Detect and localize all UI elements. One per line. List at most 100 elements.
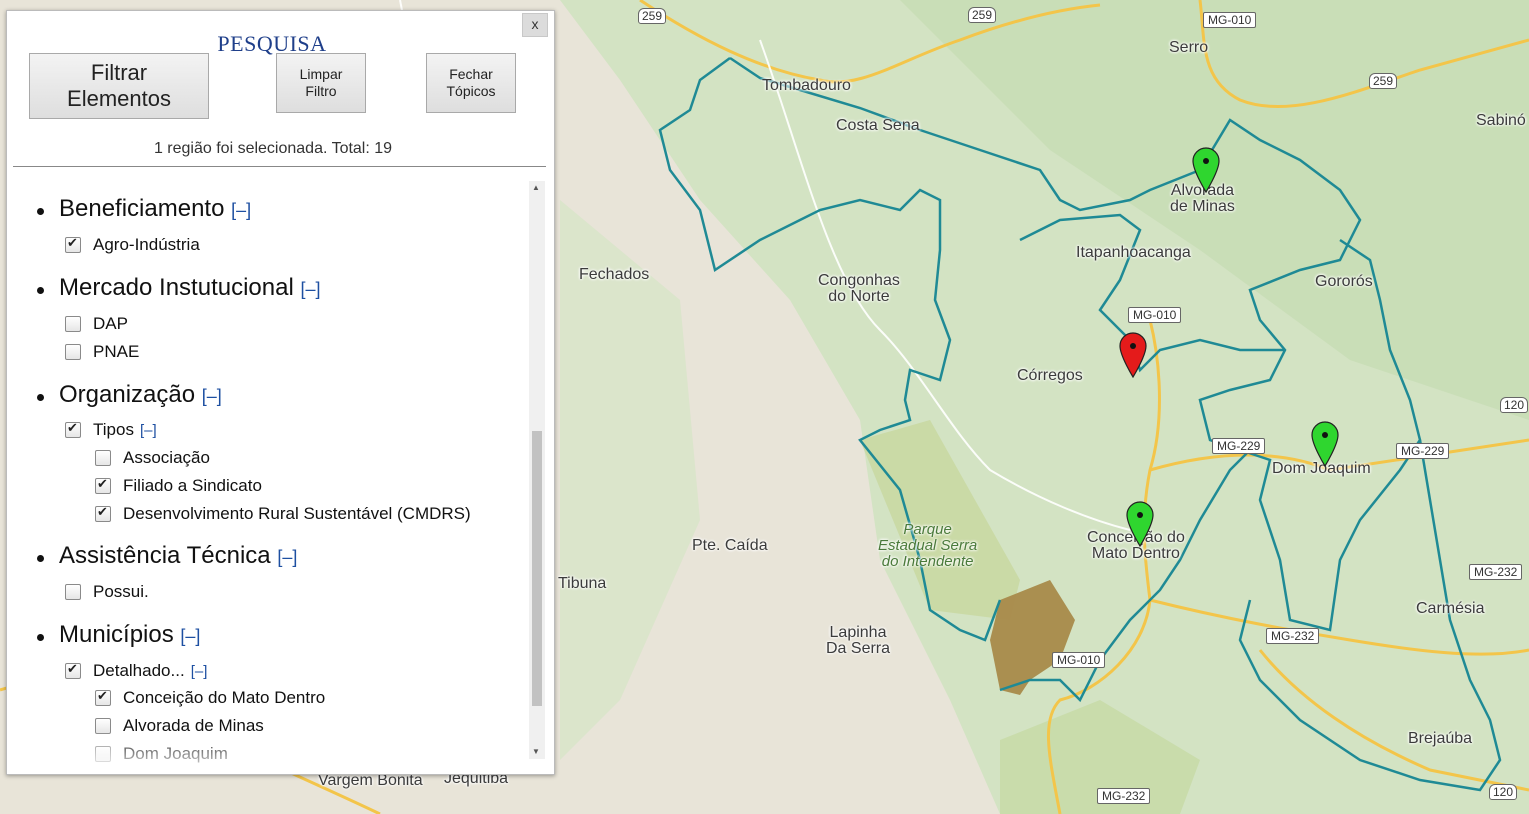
checkbox-item-dom-joaquim[interactable]: Dom Joaquim	[95, 744, 228, 764]
bullet-organizacao	[37, 394, 44, 401]
checkbox-associacao[interactable]	[95, 450, 111, 466]
checkbox-conceicao[interactable]	[95, 688, 111, 706]
checkbox-filiado-sindicato[interactable]	[95, 476, 111, 494]
checkbox-item-associacao[interactable]: Associação	[95, 448, 210, 468]
road-mg232-c: MG-232	[1097, 788, 1151, 804]
road-mg010-b: MG-010	[1128, 307, 1182, 323]
checkbox-alvorada-label: Alvorada de Minas	[123, 716, 264, 735]
place-sabino: Sabinó	[1476, 112, 1526, 129]
bullet-beneficiamento	[37, 208, 44, 215]
road-mg229-a: MG-229	[1212, 438, 1266, 454]
checkbox-item-tipos[interactable]: Tipos [–]	[65, 420, 157, 440]
marker-dom-joaquim[interactable]	[1309, 419, 1341, 467]
place-parque-line3: do Intendente	[881, 553, 974, 570]
checkbox-filiado-sindicato-label: Filiado a Sindicato	[123, 476, 262, 495]
checkbox-alvorada[interactable]	[95, 718, 111, 734]
checkbox-item-conceicao[interactable]: Conceição do Mato Dentro	[95, 688, 325, 708]
checkbox-item-cmdrs[interactable]: Desenvolvimento Rural Sustentável (CMDRS…	[95, 504, 471, 524]
clear-filter-button[interactable]: Limpar Filtro	[276, 53, 366, 113]
close-topics-button[interactable]: Fechar Tópicos	[426, 53, 516, 113]
collapse-detalhado-toggle[interactable]: [–]	[191, 663, 208, 680]
place-carmesia: Carmésia	[1416, 600, 1485, 617]
category-organizacao-label: Organização	[59, 381, 196, 408]
checkbox-item-detalhado[interactable]: Detalhado... [–]	[65, 661, 207, 681]
checkbox-item-dap[interactable]: DAP	[65, 314, 128, 334]
checkbox-possui[interactable]	[65, 584, 81, 600]
checkbox-dap[interactable]	[65, 316, 81, 332]
category-municipios-label: Municípios	[59, 621, 174, 648]
place-costa-sena: Costa Sena	[836, 117, 920, 134]
road-120-a: 120	[1500, 397, 1529, 413]
checkbox-dap-label: DAP	[93, 314, 128, 333]
checkbox-item-possui[interactable]: Possui.	[65, 582, 149, 602]
place-brejauba: Brejaúba	[1408, 730, 1473, 747]
place-itapanhoacanga: Itapanhoacanga	[1076, 244, 1191, 261]
category-beneficiamento-label: Beneficiamento	[59, 195, 225, 222]
checkbox-dom-joaquim-label: Dom Joaquim	[123, 744, 228, 763]
place-congonhas-line2: do Norte	[828, 288, 890, 305]
place-congonhas-do-norte: Congonhas do Norte	[818, 273, 900, 305]
checkbox-cmdrs[interactable]	[95, 504, 111, 522]
place-lapinha-line2: Da Serra	[826, 640, 891, 657]
road-mg010-c: MG-010	[1052, 652, 1106, 668]
collapse-assistencia-toggle[interactable]: [–]	[277, 547, 297, 567]
category-municipios: Municípios [–]	[59, 621, 200, 649]
checkbox-detalhado-label: Detalhado...	[93, 661, 185, 680]
collapse-municipios-toggle[interactable]: [–]	[180, 626, 200, 646]
checkbox-item-alvorada[interactable]: Alvorada de Minas	[95, 716, 264, 736]
scroll-up-arrow-icon[interactable]: ▲	[532, 183, 540, 192]
checkbox-dom-joaquim[interactable]	[95, 746, 111, 762]
search-panel: x PESQUISA Filtrar Elementos Limpar Filtro…	[6, 10, 555, 775]
place-conceicao-line2: Mato Dentro	[1091, 545, 1180, 562]
checkbox-conceicao-label: Conceição do Mato Dentro	[123, 688, 326, 707]
bullet-assistencia	[37, 555, 44, 562]
checkbox-item-agro-industria[interactable]: Agro-Indústria	[65, 235, 200, 255]
category-mercado-label: Mercado Instutucional	[59, 274, 294, 301]
checkbox-cmdrs-label: Desenvolvimento Rural Sustentável (CMDRS…	[123, 504, 471, 523]
checkbox-item-filiado-sindicato[interactable]: Filiado a Sindicato	[95, 476, 262, 496]
category-mercado-institucional: Mercado Instutucional [–]	[59, 274, 320, 302]
marker-corregos[interactable]	[1117, 330, 1149, 378]
place-vargem-bonita: Vargem Bonita	[318, 772, 423, 789]
marker-alvorada-de-minas[interactable]	[1190, 145, 1222, 193]
place-serro: Serro	[1169, 39, 1209, 56]
checkbox-tipos[interactable]	[65, 420, 81, 438]
checkbox-pnae[interactable]	[65, 344, 81, 360]
checkbox-item-pnae[interactable]: PNAE	[65, 342, 139, 362]
list-scrollbar-thumb[interactable]	[532, 431, 542, 706]
category-assistencia-label: Assistência Técnica	[59, 542, 271, 569]
road-259-a: 259	[638, 8, 667, 24]
place-lapinha-da-serra: Lapinha Da Serra	[826, 625, 890, 657]
checkbox-agro-industria[interactable]	[65, 235, 81, 253]
collapse-beneficiamento-toggle[interactable]: [–]	[231, 200, 251, 220]
selection-status: 1 região foi selecionada. Total: 19	[153, 140, 393, 157]
road-mg232-b: MG-232	[1266, 628, 1320, 644]
collapse-tipos-toggle[interactable]: [–]	[140, 422, 157, 439]
filter-elements-button[interactable]: Filtrar Elementos	[29, 53, 209, 119]
bullet-mercado	[37, 287, 44, 294]
road-mg010-a: MG-010	[1203, 12, 1257, 28]
road-mg229-b: MG-229	[1396, 443, 1450, 459]
road-259-b: 259	[968, 7, 997, 23]
place-lapinha-line1: Lapinha	[829, 624, 887, 641]
place-congonhas-line1: Congonhas	[818, 272, 900, 289]
place-alvorada-line2: de Minas	[1170, 198, 1235, 215]
place-fechados: Fechados	[579, 266, 650, 283]
category-beneficiamento: Beneficiamento [–]	[59, 195, 251, 223]
road-259-c: 259	[1369, 73, 1398, 89]
road-mg232-a: MG-232	[1469, 564, 1523, 580]
marker-conceicao-do-mato-dentro[interactable]	[1124, 499, 1156, 547]
category-organizacao: Organização [–]	[59, 381, 222, 409]
checkbox-tipos-label: Tipos	[93, 420, 134, 439]
place-tombadouro: Tombadouro	[762, 77, 851, 94]
collapse-mercado-toggle[interactable]: [–]	[300, 279, 320, 299]
checkbox-detalhado[interactable]	[65, 661, 81, 679]
road-120-b: 120	[1489, 784, 1518, 800]
scroll-down-arrow-icon[interactable]: ▼	[532, 747, 540, 756]
place-corregos: Córregos	[1017, 367, 1083, 384]
collapse-organizacao-toggle[interactable]: [–]	[202, 386, 222, 406]
divider	[13, 166, 546, 167]
checkbox-agro-industria-label: Agro-Indústria	[93, 235, 200, 254]
topic-list: Beneficiamento [–] Agro-Indústria Mercad…	[7, 181, 529, 771]
checkbox-pnae-label: PNAE	[93, 342, 140, 361]
